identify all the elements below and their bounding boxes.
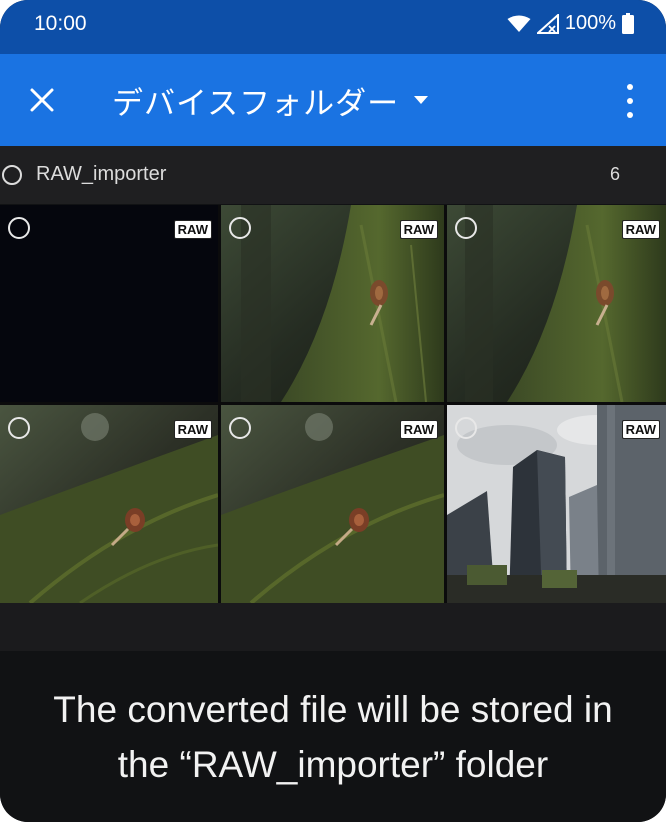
photo-grid: RAW RAW RAW RAW RAW RAW xyxy=(0,205,666,603)
phone-screen: 10:00 100% デバイスフォルダー RAW_importer 6 RAW … xyxy=(0,0,666,822)
status-time: 10:00 xyxy=(34,12,87,35)
app-bar: デバイスフォルダー xyxy=(0,54,666,146)
more-vert-icon xyxy=(627,84,633,90)
close-icon xyxy=(30,88,54,112)
raw-badge: RAW xyxy=(621,420,660,439)
photo-select-radio[interactable] xyxy=(8,217,30,239)
photo-select-radio[interactable] xyxy=(229,217,251,239)
raw-badge: RAW xyxy=(173,220,212,239)
photo-thumbnail[interactable]: RAW xyxy=(221,405,444,603)
caption-text: The converted file will be stored in the… xyxy=(0,651,666,822)
folder-name: RAW_importer xyxy=(36,163,167,185)
caption-line-1: The converted file will be stored in xyxy=(53,689,613,730)
caption-line-2: the “RAW_importer” folder xyxy=(117,744,549,785)
battery-icon xyxy=(622,13,634,34)
photo-select-radio[interactable] xyxy=(455,417,477,439)
chevron-down-icon xyxy=(414,96,429,104)
folder-select-radio[interactable] xyxy=(2,165,22,185)
raw-badge: RAW xyxy=(173,420,212,439)
photo-thumbnail[interactable]: RAW xyxy=(447,405,666,603)
folder-selector-dropdown[interactable]: デバイスフォルダー xyxy=(112,76,429,124)
wifi-icon xyxy=(507,15,531,32)
folder-header-row[interactable]: RAW_importer 6 xyxy=(0,146,666,204)
status-icons: 100% xyxy=(507,12,634,35)
more-vert-dot xyxy=(627,98,633,104)
photo-select-radio[interactable] xyxy=(229,417,251,439)
signal-icon xyxy=(536,13,559,34)
photo-thumbnail[interactable]: RAW xyxy=(0,205,218,402)
raw-badge: RAW xyxy=(399,420,438,439)
raw-badge: RAW xyxy=(399,220,438,239)
grid-footer xyxy=(0,603,666,651)
photo-select-radio[interactable] xyxy=(8,417,30,439)
raw-badge: RAW xyxy=(621,220,660,239)
status-bar: 10:00 100% xyxy=(0,0,666,54)
app-bar-title: デバイスフォルダー xyxy=(112,85,400,122)
more-options-button[interactable] xyxy=(622,84,638,118)
close-button[interactable] xyxy=(22,78,62,122)
folder-item-count: 6 xyxy=(609,164,620,184)
more-vert-dot xyxy=(627,112,633,118)
photo-thumbnail[interactable]: RAW xyxy=(447,205,666,402)
battery-level: 100% xyxy=(564,12,616,34)
photo-select-radio[interactable] xyxy=(455,217,477,239)
photo-thumbnail[interactable]: RAW xyxy=(221,205,444,402)
photo-thumbnail[interactable]: RAW xyxy=(0,405,218,603)
